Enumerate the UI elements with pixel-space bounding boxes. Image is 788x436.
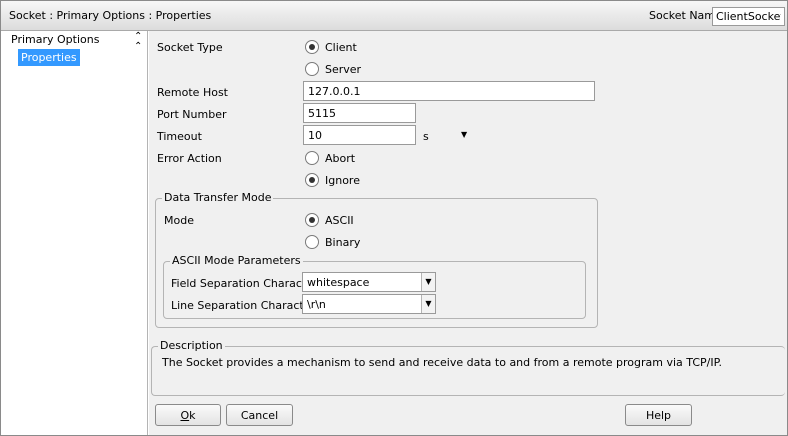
radio-ascii-indicator[interactable] bbox=[305, 213, 319, 227]
data-transfer-mode-title: Data Transfer Mode bbox=[162, 191, 274, 204]
radio-server[interactable]: Server bbox=[305, 61, 361, 77]
radio-server-label: Server bbox=[325, 62, 362, 76]
remote-host-input[interactable] bbox=[303, 81, 595, 101]
mode-label: Mode bbox=[164, 214, 194, 227]
radio-ignore[interactable]: Ignore bbox=[305, 172, 360, 188]
dropdown-arrow-icon[interactable]: ▼ bbox=[421, 295, 435, 313]
radio-client-label: Client bbox=[325, 40, 357, 54]
cancel-button[interactable]: Cancel bbox=[226, 404, 293, 426]
radio-ascii-label: ASCII bbox=[325, 213, 354, 227]
options-tree-panel: Primary Options ⌃ ⌃ Properties bbox=[1, 31, 148, 435]
port-number-input[interactable] bbox=[303, 103, 416, 123]
dropdown-arrow-icon[interactable]: ▼ bbox=[461, 130, 467, 139]
socket-name-label: Socket Name bbox=[649, 9, 722, 22]
ok-button[interactable]: Ok bbox=[155, 404, 221, 426]
radio-binary[interactable]: Binary bbox=[305, 234, 360, 250]
tree-item-properties[interactable]: Properties bbox=[18, 49, 80, 66]
line-separation-label: Line Separation Characters bbox=[171, 299, 321, 312]
radio-client[interactable]: Client bbox=[305, 39, 357, 55]
timeout-input[interactable] bbox=[303, 125, 416, 145]
socket-properties-window: Socket : Primary Options : Properties So… bbox=[0, 0, 788, 436]
socket-name-input[interactable] bbox=[712, 7, 785, 26]
tree-item-primary-options[interactable]: Primary Options bbox=[11, 33, 99, 46]
radio-ignore-indicator[interactable] bbox=[305, 173, 319, 187]
field-separation-value: whitespace bbox=[307, 276, 370, 289]
description-text: The Socket provides a mechanism to send … bbox=[162, 356, 723, 369]
field-separation-combo[interactable]: whitespace ▼ bbox=[302, 272, 436, 292]
ascii-mode-parameters-title: ASCII Mode Parameters bbox=[170, 254, 303, 267]
line-separation-combo[interactable]: \r\n ▼ bbox=[302, 294, 436, 314]
port-number-label: Port Number bbox=[157, 108, 227, 121]
window-title: Socket : Primary Options : Properties bbox=[9, 9, 212, 22]
properties-content: Socket Type Client Server Remote Host Po… bbox=[149, 31, 787, 435]
radio-ignore-label: Ignore bbox=[325, 173, 360, 187]
timeout-unit-value: s bbox=[423, 129, 429, 143]
title-bar: Socket : Primary Options : Properties So… bbox=[1, 1, 787, 31]
double-chevron-up-icon[interactable]: ⌃ ⌃ bbox=[134, 32, 142, 52]
radio-abort-indicator[interactable] bbox=[305, 151, 319, 165]
error-action-label: Error Action bbox=[157, 152, 222, 165]
socket-type-label: Socket Type bbox=[157, 41, 223, 54]
description-group: Description The Socket provides a mechan… bbox=[151, 339, 785, 396]
timeout-label: Timeout bbox=[157, 130, 202, 143]
radio-abort[interactable]: Abort bbox=[305, 150, 355, 166]
radio-ascii[interactable]: ASCII bbox=[305, 212, 354, 228]
radio-server-indicator[interactable] bbox=[305, 62, 319, 76]
description-title: Description bbox=[158, 339, 225, 352]
radio-abort-label: Abort bbox=[325, 151, 356, 165]
radio-binary-label: Binary bbox=[325, 235, 361, 249]
dropdown-arrow-icon[interactable]: ▼ bbox=[421, 273, 435, 291]
radio-binary-indicator[interactable] bbox=[305, 235, 319, 249]
timeout-unit-select[interactable]: s ▼ bbox=[423, 127, 471, 145]
radio-client-indicator[interactable] bbox=[305, 40, 319, 54]
field-separation-label: Field Separation Characters bbox=[171, 277, 324, 290]
remote-host-label: Remote Host bbox=[157, 86, 228, 99]
line-separation-value: \r\n bbox=[307, 298, 326, 311]
help-button[interactable]: Help bbox=[625, 404, 692, 426]
